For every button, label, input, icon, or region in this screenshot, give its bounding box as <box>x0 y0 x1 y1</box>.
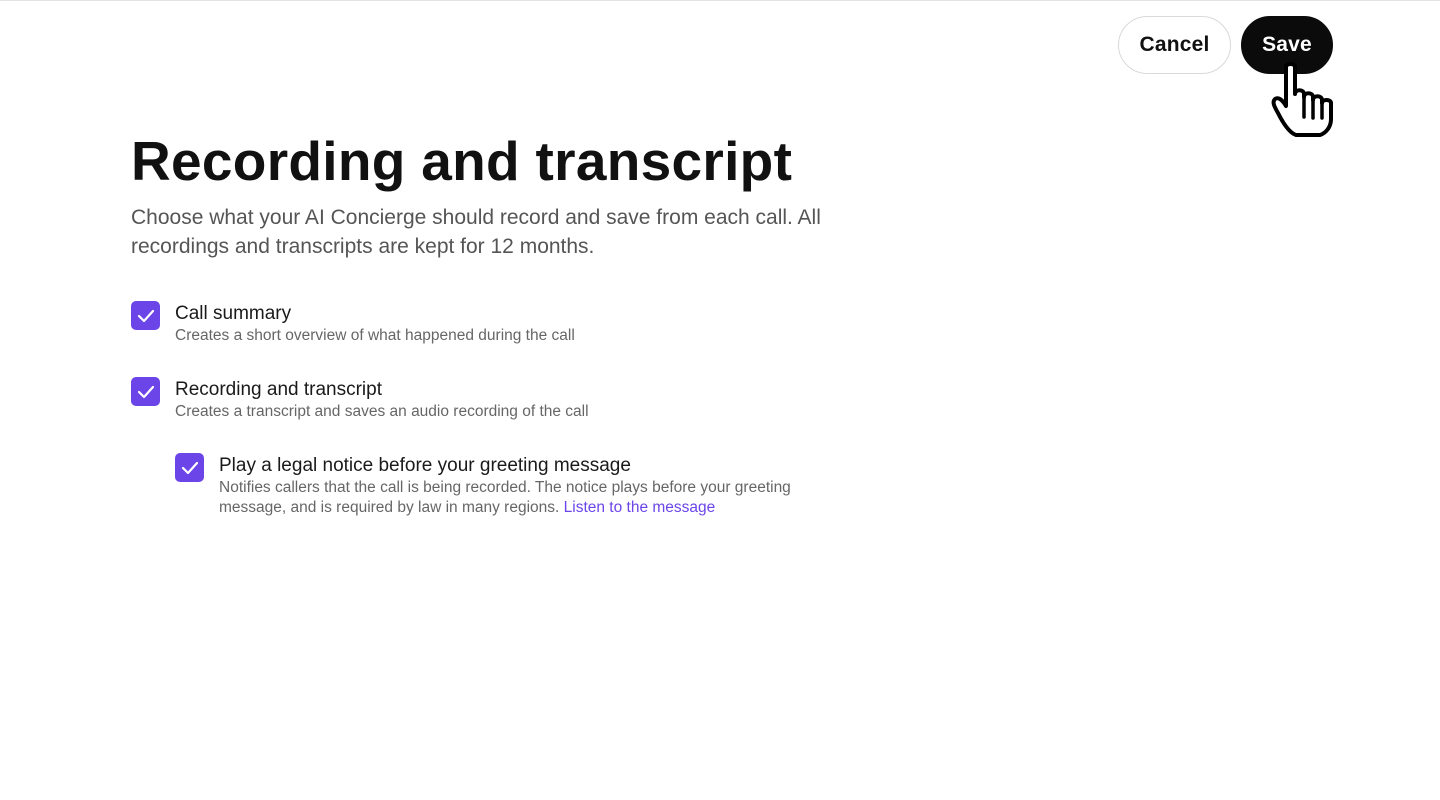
check-icon <box>137 309 154 322</box>
option-label: Recording and transcript <box>175 379 382 400</box>
page-subtitle: Choose what your AI Concierge should rec… <box>131 206 821 258</box>
option-recording-transcript[interactable]: Recording and transcript Creates a trans… <box>131 377 831 422</box>
option-text: Recording and transcript Creates a trans… <box>175 377 589 422</box>
option-call-summary[interactable]: Call summary Creates a short overview of… <box>131 301 831 346</box>
save-button[interactable]: Save <box>1241 16 1333 74</box>
check-icon <box>137 385 154 398</box>
call-summary-checkbox[interactable] <box>131 301 160 330</box>
main-content: Recording and transcript Choose what you… <box>131 129 831 518</box>
recording-transcript-checkbox[interactable] <box>131 377 160 406</box>
cancel-button[interactable]: Cancel <box>1118 16 1231 74</box>
option-label: Play a legal notice before your greeting… <box>219 455 631 476</box>
option-description: Notifies callers that the call is being … <box>219 478 819 518</box>
page-title: Recording and transcript <box>131 130 793 192</box>
option-text: Play a legal notice before your greeting… <box>219 453 819 518</box>
option-description: Creates a transcript and saves an audio … <box>175 403 589 420</box>
recording-settings-page: Cancel Save Recording and transcript Cho… <box>0 0 1440 800</box>
option-label: Call summary <box>175 303 292 324</box>
listen-message-link[interactable]: Listen to the message <box>564 499 716 516</box>
option-text: Call summary Creates a short overview of… <box>175 301 575 346</box>
option-legal-notice[interactable]: Play a legal notice before your greeting… <box>175 453 831 518</box>
option-description: Creates a short overview of what happene… <box>175 327 575 344</box>
check-icon <box>181 461 198 474</box>
legal-notice-checkbox[interactable] <box>175 453 204 482</box>
top-actions: Cancel Save <box>1118 16 1333 74</box>
